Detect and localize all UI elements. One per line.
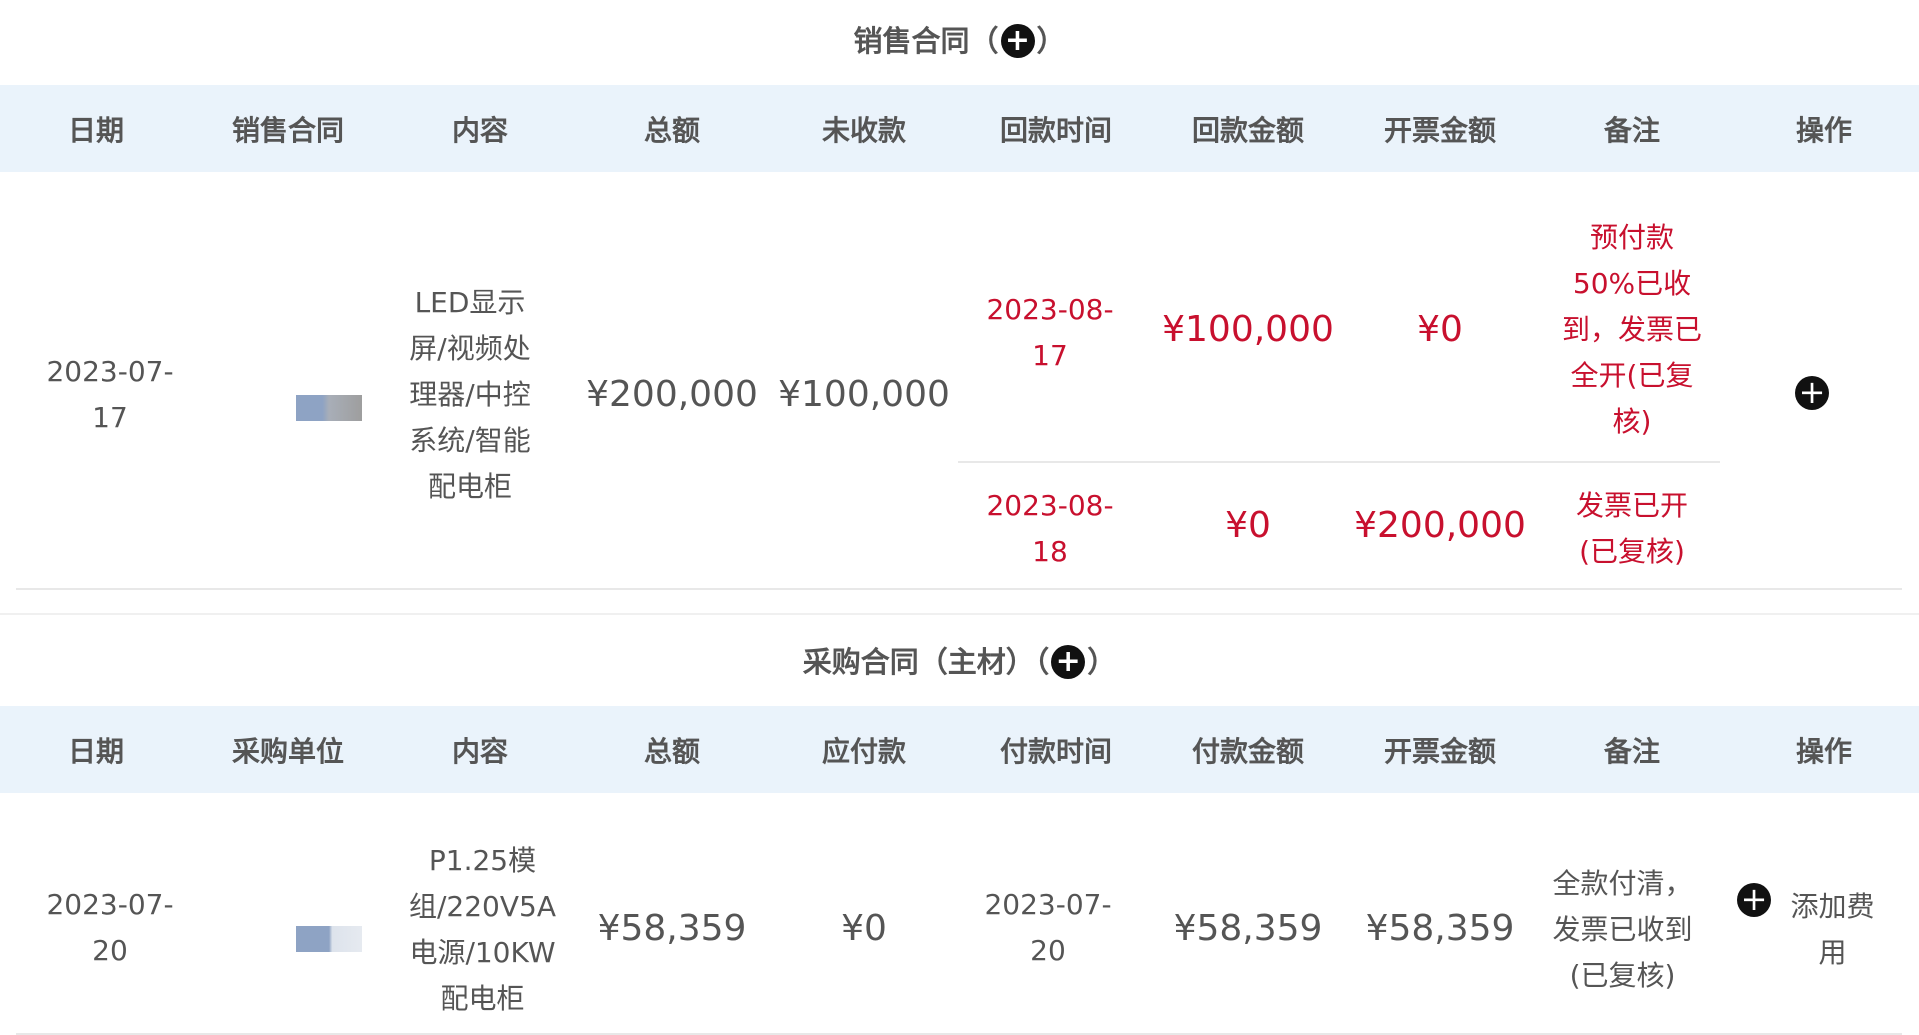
header-invoice: 开票金额 [1383, 734, 1496, 768]
payment-2-amount: ¥0 [1225, 505, 1271, 546]
payment-2-invoice: ¥200,000 [1354, 505, 1526, 546]
sales-table-header: 日期 销售合同 内容 总额 未收款 回款时间 回款金额 开票金额 备注 操作 [0, 85, 1919, 172]
header-invoice: 开票金额 [1383, 113, 1496, 147]
payment-1-amount: ¥100,000 [1162, 309, 1334, 350]
header-content: 内容 [451, 113, 508, 147]
sales-unpaid: ¥100,000 [778, 374, 950, 415]
header-content: 内容 [451, 734, 508, 768]
supplier-file-thumbnail[interactable] [296, 926, 362, 952]
contract-file-thumbnail[interactable] [296, 395, 362, 421]
add-sales-contract-icon[interactable]: + [1000, 24, 1035, 58]
purchase-pay-time: 2023-07-20 [984, 888, 1112, 967]
header-pay-time: 回款时间 [999, 113, 1112, 147]
sales-total: ¥200,000 [586, 374, 758, 415]
header-payable: 应付款 [821, 734, 906, 768]
header-supplier: 采购单位 [231, 734, 344, 768]
payment-2-time: 2023-08-18 [986, 489, 1114, 568]
sales-row-divider [16, 588, 1902, 590]
header-note: 备注 [1603, 113, 1660, 147]
add-purchase-contract-icon[interactable]: + [1051, 645, 1086, 679]
add-expense-button[interactable]: 添加费用 [1780, 880, 1885, 980]
header-date: 日期 [67, 113, 124, 147]
payment-divider [958, 461, 1720, 463]
header-pay-amount: 付款金额 [1191, 734, 1304, 768]
sales-section-title: 销售合同（ +） [853, 23, 1066, 58]
header-action: 操作 [1795, 734, 1852, 768]
add-payment-icon[interactable]: + [1795, 376, 1829, 410]
header-unpaid: 未收款 [821, 113, 906, 147]
section-separator [0, 613, 1919, 615]
payment-1-note: 预付款50%已收到，发票已全开(已复核) [1562, 221, 1703, 438]
header-total: 总额 [643, 734, 700, 768]
header-total: 总额 [643, 113, 700, 147]
purchase-section-title: 采购合同（主材）（ +） [802, 644, 1117, 679]
header-contract: 销售合同 [231, 113, 344, 147]
header-pay-time: 付款时间 [999, 734, 1112, 768]
purchase-payable: ¥0 [841, 908, 887, 949]
purchase-date: 2023-07-20 [46, 888, 174, 967]
purchase-table-header: 日期 采购单位 内容 总额 应付款 付款时间 付款金额 开票金额 备注 操作 [0, 706, 1919, 793]
purchase-note: 全款付清，发票已收到(已复核) [1552, 867, 1693, 992]
purchase-content: P1.25模组/220V5A电源/10KW配电柜 [408, 844, 556, 1015]
payment-1-time: 2023-08-17 [986, 293, 1114, 372]
payment-2-note: 发票已开(已复核) [1575, 489, 1688, 568]
purchase-pay-amount: ¥58,359 [1173, 908, 1323, 949]
sales-content: LED显示屏/视频处理器/中控系统/智能配电柜 [409, 286, 531, 503]
header-date: 日期 [67, 734, 124, 768]
header-pay-amount: 回款金额 [1191, 113, 1304, 147]
payment-1-invoice: ¥0 [1417, 309, 1463, 350]
purchase-total: ¥58,359 [597, 908, 747, 949]
purchase-invoice: ¥58,359 [1365, 908, 1515, 949]
sales-date: 2023-07-17 [46, 355, 174, 434]
header-action: 操作 [1795, 113, 1852, 147]
add-expense-icon[interactable]: + [1737, 883, 1771, 917]
header-note: 备注 [1603, 734, 1660, 768]
